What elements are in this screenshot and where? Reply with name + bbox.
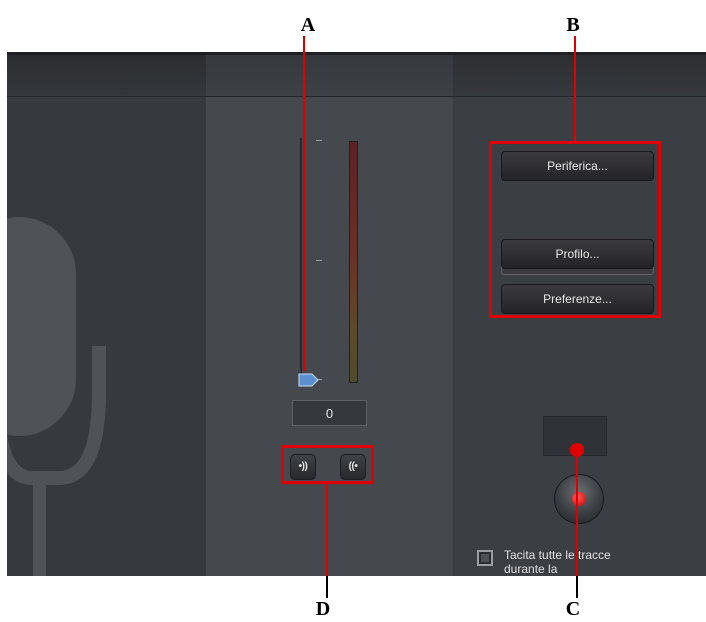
callout-b-box [489, 141, 661, 318]
volume-slider-thumb[interactable] [298, 373, 320, 387]
volume-slider-track[interactable] [300, 138, 302, 384]
callout-c-label: C [565, 598, 581, 620]
callout-a-line [303, 36, 305, 371]
mute-tracks-checkbox[interactable] [477, 550, 493, 566]
slider-tick [316, 140, 322, 141]
audio-level-meter [349, 141, 358, 383]
callout-d-label: D [315, 598, 331, 620]
callout-d-line [326, 484, 328, 576]
callout-c-marker [570, 443, 584, 457]
mute-tracks-label: Tacita tutte le tracce durante la regist… [504, 548, 611, 576]
record-icon [572, 492, 586, 506]
microphone-icon [7, 217, 106, 576]
callout-c-line [576, 449, 578, 576]
callout-b-line [574, 36, 576, 141]
annotated-screenshot: A B C D 0 •)) ((• Periferica... Profilo.… [0, 0, 706, 622]
record-button[interactable] [554, 474, 604, 524]
middle-column [206, 52, 453, 576]
callout-a-label: A [300, 14, 316, 36]
callout-b-label: B [566, 14, 580, 36]
callout-d-box [281, 445, 374, 484]
header-band [7, 52, 706, 97]
slider-tick [316, 260, 322, 261]
volume-value-field[interactable]: 0 [292, 400, 367, 426]
